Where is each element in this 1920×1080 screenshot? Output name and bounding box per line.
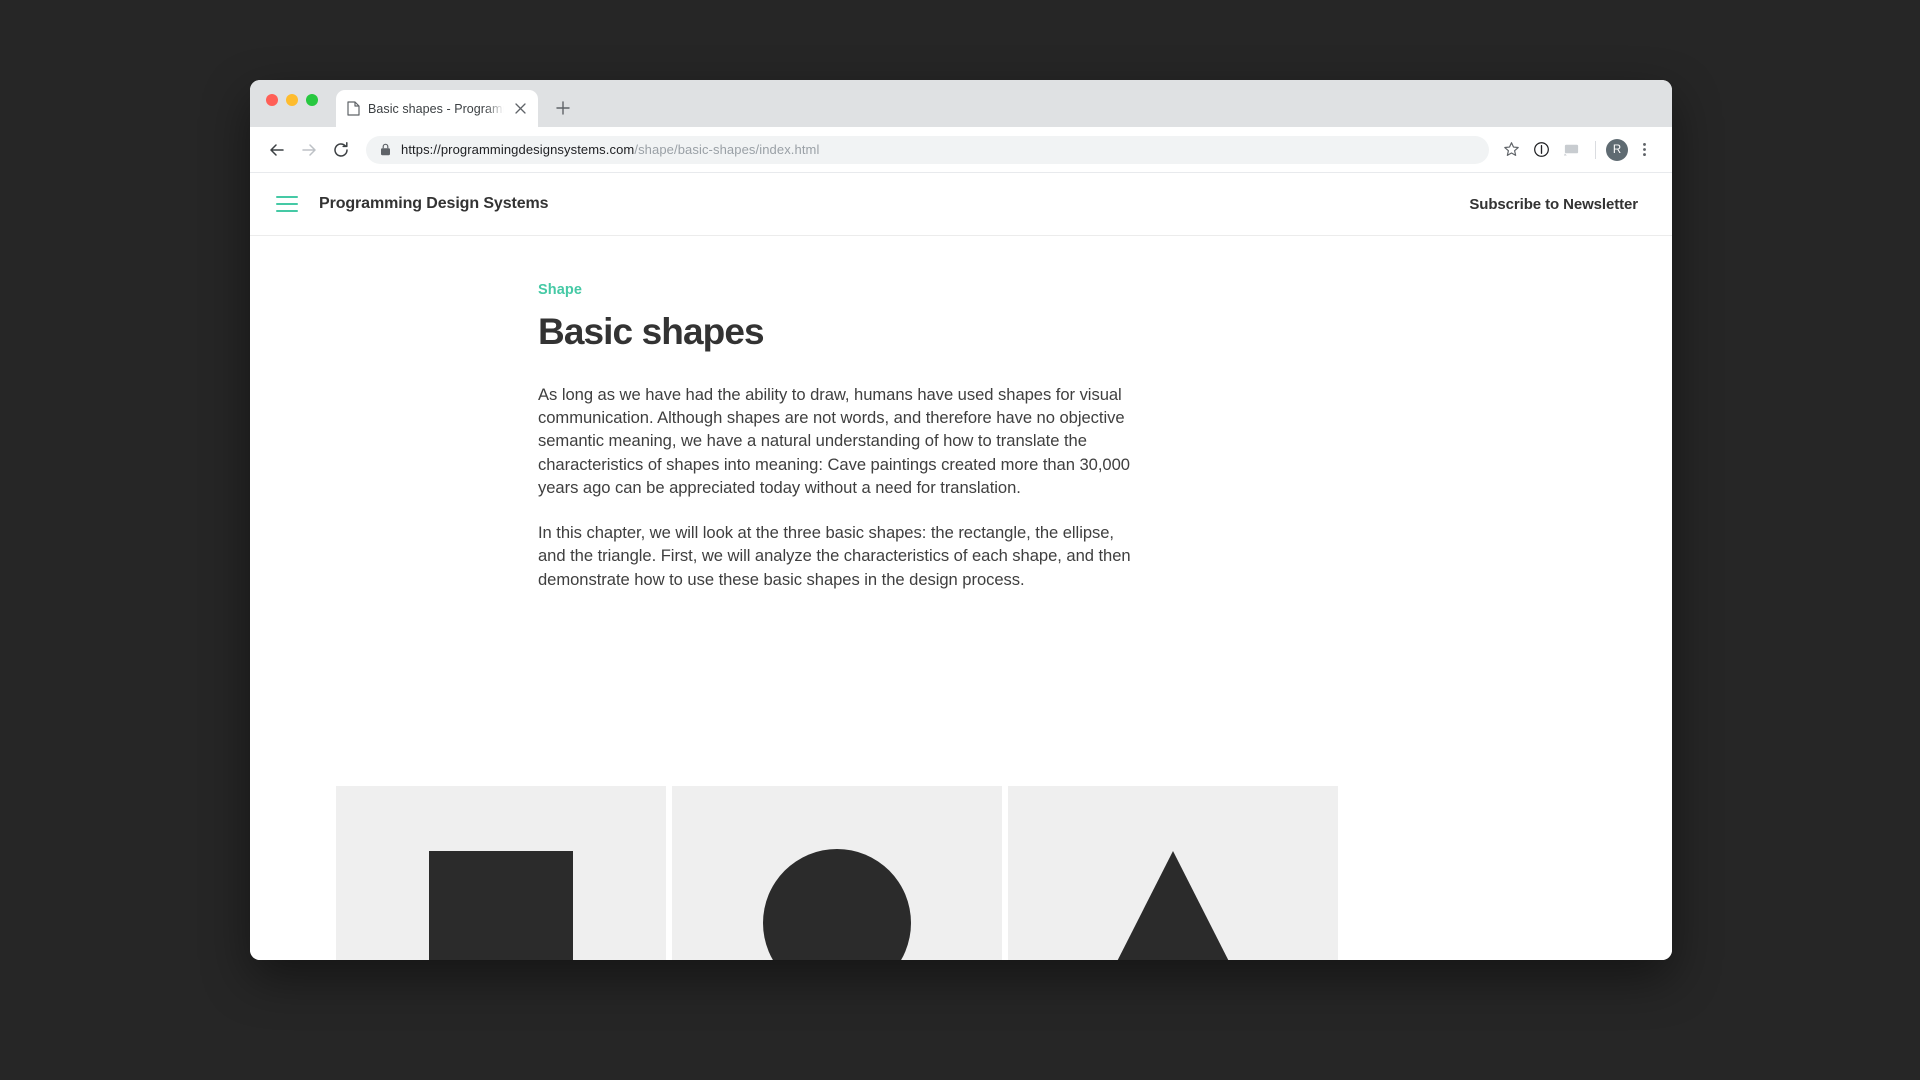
paragraph: As long as we have had the ability to dr… [538,385,1130,497]
breadcrumb-category[interactable]: Shape [538,282,1672,298]
paragraph: In this chapter, we will look at the thr… [538,523,1131,589]
tab-title: Basic shapes - Programming D [368,101,504,116]
hamburger-bar [276,210,298,212]
hamburger-menu-icon[interactable] [276,196,298,212]
close-window-button[interactable] [266,94,278,106]
back-button[interactable] [262,135,292,165]
page-title: Basic shapes [538,311,765,352]
hamburger-bar [276,196,298,198]
subscribe-newsletter-link[interactable]: Subscribe to Newsletter [1469,196,1638,213]
url-host: https://programmingdesignsystems.com [401,142,635,157]
url-text: https://programmingdesignsystems.com/sha… [401,142,819,157]
figure-triangle [1008,786,1338,960]
browser-toolbar: https://programmingdesignsystems.com/sha… [250,127,1672,173]
tab-strip: Basic shapes - Programming D [250,80,1672,127]
figure-rectangle [336,786,666,960]
triangle-shape [1100,851,1246,960]
page-viewport: Programming Design Systems Subscribe to … [250,173,1672,960]
browser-tab[interactable]: Basic shapes - Programming D [336,90,538,127]
avatar[interactable]: R [1606,138,1628,161]
rectangle-shape [429,851,573,960]
window-controls [266,94,318,106]
figure-ellipse [672,786,1002,960]
close-icon[interactable] [512,100,529,117]
site-header: Programming Design Systems Subscribe to … [250,173,1672,236]
toolbar-actions: R [1497,136,1658,164]
hamburger-bar [276,203,298,205]
address-bar[interactable]: https://programmingdesignsystems.com/sha… [366,135,1489,164]
lock-icon [380,143,391,156]
forward-button[interactable] [294,135,324,165]
three-dot-menu-icon[interactable] [1630,136,1658,164]
info-circle-icon[interactable] [1527,136,1555,164]
article: Shape Basic shapes As long as we have ha… [250,236,1672,591]
minimize-window-button[interactable] [286,94,298,106]
browser-window: Basic shapes - Programming D [250,80,1672,960]
star-icon[interactable] [1497,136,1525,164]
url-path: /shape/basic-shapes/index.html [634,142,820,157]
reload-button[interactable] [326,135,356,165]
ellipse-shape [763,849,911,960]
shape-figures [336,786,1338,960]
site-title[interactable]: Programming Design Systems [319,195,549,213]
cast-icon[interactable] [1557,136,1585,164]
toolbar-divider [1595,140,1596,159]
maximize-window-button[interactable] [306,94,318,106]
page-icon [347,101,360,116]
new-tab-button[interactable] [552,97,574,119]
